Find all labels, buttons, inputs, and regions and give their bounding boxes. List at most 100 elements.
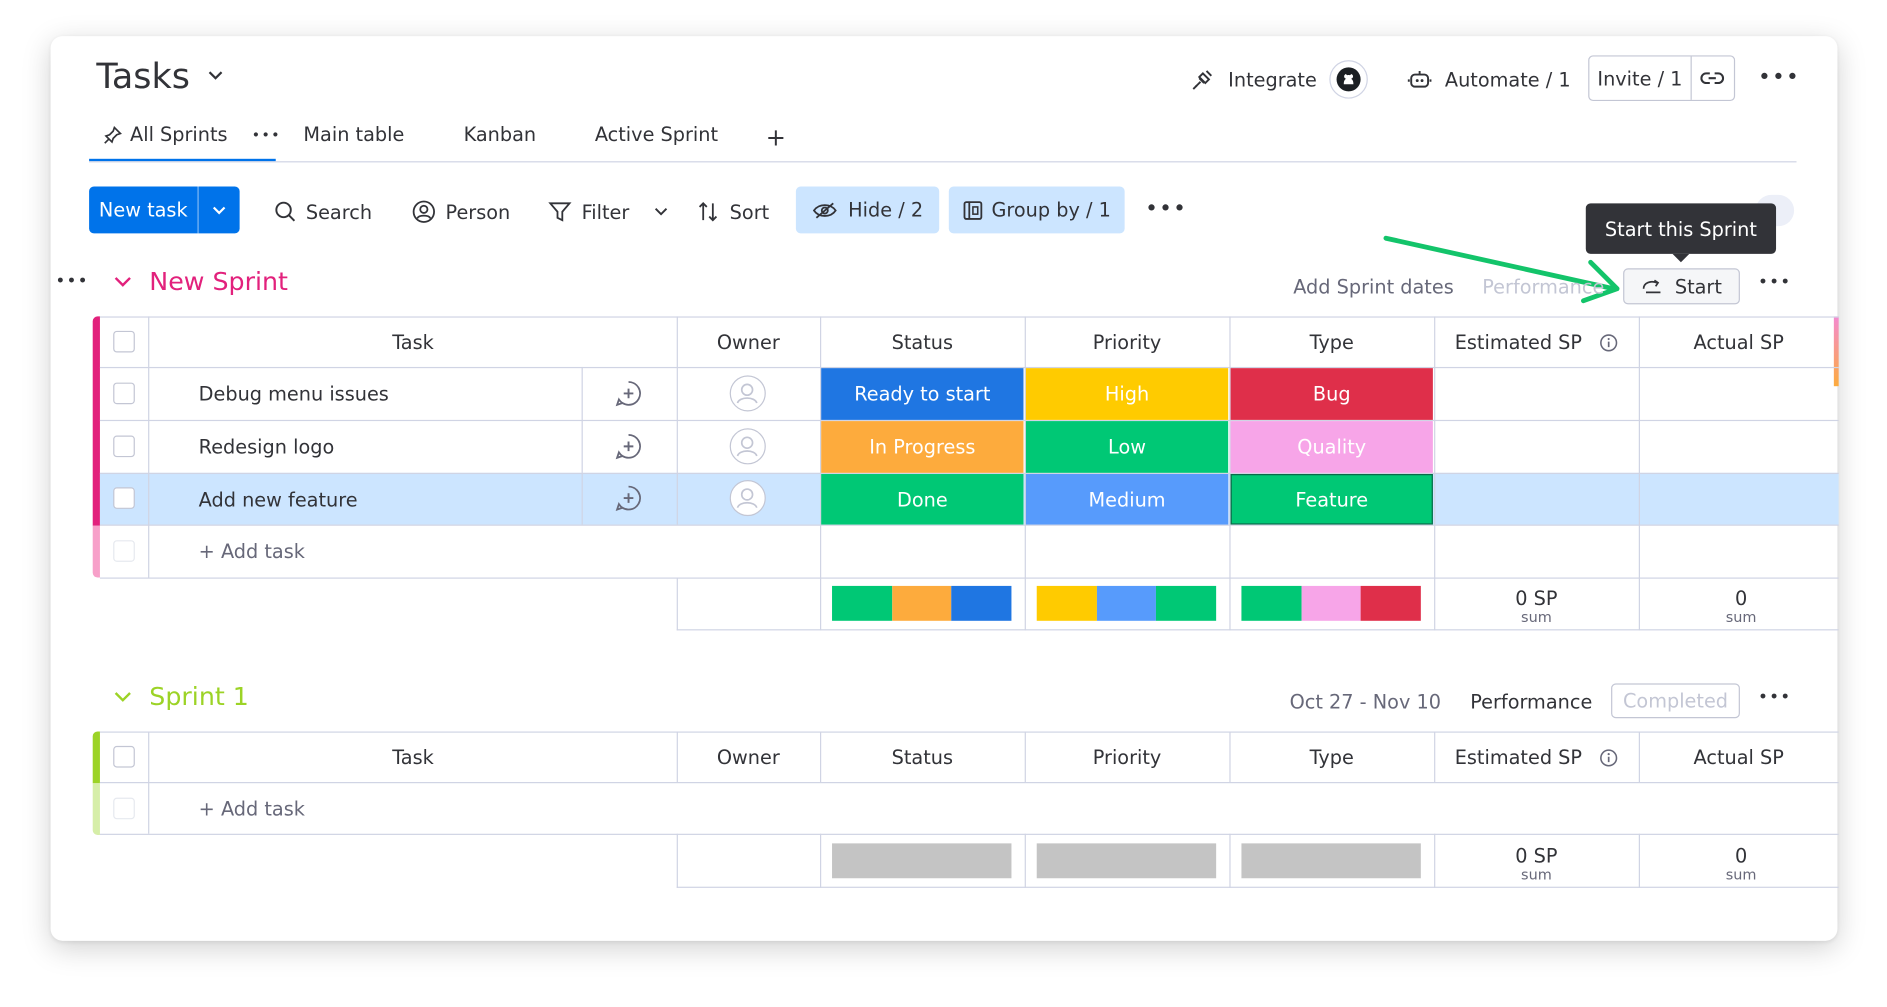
info-icon[interactable] [1599,333,1618,352]
table-line [1024,833,1026,888]
column-header-owner[interactable]: Owner [677,318,820,367]
task-name[interactable]: Add new feature [199,474,358,525]
sprint-dates[interactable]: Oct 27 - Nov 10 [1290,691,1441,714]
performance-link[interactable]: Performance [1482,276,1604,299]
status-chip[interactable]: Done [821,474,1024,525]
summary-segment [1241,585,1302,621]
add-view-icon[interactable]: + [766,123,786,152]
column-header-priority[interactable]: Priority [1025,318,1230,367]
row-checkbox[interactable] [113,435,135,458]
performance-link[interactable]: Performance [1470,691,1592,714]
tab-main-table[interactable]: Main table [303,123,404,146]
row-checkbox[interactable] [113,487,135,509]
pin-icon [104,125,122,144]
type-chip[interactable]: Feature [1230,474,1433,525]
type-summary-bar[interactable] [1241,843,1421,879]
tab-menu-icon[interactable]: ••• [252,126,281,143]
select-all-checkbox[interactable] [113,745,135,768]
column-header-priority[interactable]: Priority [1025,733,1230,782]
status-summary-bar[interactable] [832,843,1012,879]
chevron-down-icon[interactable] [653,207,667,217]
column-header-type[interactable]: Type [1229,318,1434,367]
group-color-bar-add [92,783,100,835]
hide-columns-button[interactable]: Hide / 2 [795,186,940,234]
group-options-icon[interactable]: ••• [1758,688,1791,707]
priority-summary-bar[interactable] [1036,843,1217,879]
summary-segment [1301,585,1362,621]
group-title-sprint-1[interactable]: Sprint 1 [113,682,249,711]
add-row-checkbox [113,540,135,562]
toolbar-more-icon[interactable]: ••• [1145,196,1187,221]
summary-segment [1096,585,1157,621]
column-header-status[interactable]: Status [820,318,1025,367]
column-header-task[interactable]: Task [149,318,676,367]
invite-button[interactable]: Invite / 1 [1588,55,1736,102]
start-sprint-button[interactable]: Start [1623,268,1740,305]
plug-icon [1192,70,1213,90]
status-chip[interactable]: Ready to start [821,368,1024,420]
column-header-estimated-sp[interactable]: Estimated SP [1434,733,1639,782]
link-icon[interactable] [1690,56,1733,100]
automate-button[interactable]: Automate / 1 [1406,63,1571,97]
type-summary-bar[interactable] [1241,585,1421,621]
priority-chip[interactable]: Medium [1025,474,1229,525]
priority-summary-bar[interactable] [1036,585,1217,621]
column-header-estimated-sp[interactable]: Estimated SP [1434,318,1639,367]
select-all-checkbox[interactable] [113,330,135,353]
column-header-status[interactable]: Status [820,733,1025,782]
group-title-new-sprint[interactable]: New Sprint [113,267,288,296]
sort-button[interactable]: Sort [696,197,769,226]
owner-avatar[interactable] [729,480,766,517]
table-line [819,833,822,888]
task-name[interactable]: Redesign logo [199,421,335,473]
add-task-input[interactable]: + Add task [199,783,305,834]
info-icon[interactable] [1599,748,1618,767]
rocket-icon [1642,279,1661,294]
annotation-arrow [1383,235,1620,304]
column-header-actual-sp[interactable]: Actual SP [1639,733,1839,782]
row-checkbox[interactable] [113,382,135,405]
table-line [99,833,1839,835]
new-task-button[interactable]: New task [89,186,240,234]
add-update-icon[interactable] [614,432,643,461]
add-update-icon[interactable] [614,484,643,513]
task-name[interactable]: Debug menu issues [199,368,389,420]
search-button[interactable]: Search [275,197,372,226]
type-chip[interactable]: Quality [1230,421,1433,473]
completed-badge: Completed [1611,683,1740,719]
sort-icon [698,202,718,222]
filter-button[interactable]: Filter [548,197,668,226]
add-update-icon[interactable] [614,379,643,408]
eye-hidden-icon [813,202,838,218]
priority-chip[interactable]: High [1025,368,1229,420]
github-icon [1328,60,1368,99]
add-sprint-dates-link[interactable]: Add Sprint dates [1293,276,1454,299]
add-task-input[interactable]: + Add task [199,526,305,578]
column-header-actual-sp[interactable]: Actual SP [1639,318,1839,367]
owner-avatar[interactable] [729,428,766,465]
tab-all-sprints[interactable]: All Sprints ••• [104,123,281,146]
priority-chip[interactable]: Low [1025,421,1229,473]
status-summary-bar[interactable] [832,585,1012,621]
owner-avatar[interactable] [729,375,766,412]
summary-segment [1361,585,1421,621]
group-by-button[interactable]: Group by / 1 [948,186,1125,234]
tab-kanban[interactable]: Kanban [464,123,537,146]
type-chip[interactable]: Bug [1230,368,1433,420]
person-icon [412,200,435,223]
status-chip[interactable]: In Progress [821,421,1024,473]
person-filter-button[interactable]: Person [412,197,510,226]
column-header-type[interactable]: Type [1229,733,1434,782]
board-menu-icon[interactable]: ••• [1758,65,1800,90]
tab-active-sprint[interactable]: Active Sprint [595,123,718,146]
board-title[interactable]: Tasks [96,55,223,96]
new-task-dropdown[interactable] [197,186,239,234]
column-header-task[interactable]: Task [149,733,676,782]
group-color-bar [92,316,100,526]
search-icon [275,201,296,222]
table-line [676,886,1839,888]
group-menu-icon[interactable]: ••• [55,272,88,291]
column-header-owner[interactable]: Owner [677,733,820,782]
group-options-icon[interactable]: ••• [1758,273,1791,292]
integrate-button[interactable]: Integrate [1190,60,1368,99]
